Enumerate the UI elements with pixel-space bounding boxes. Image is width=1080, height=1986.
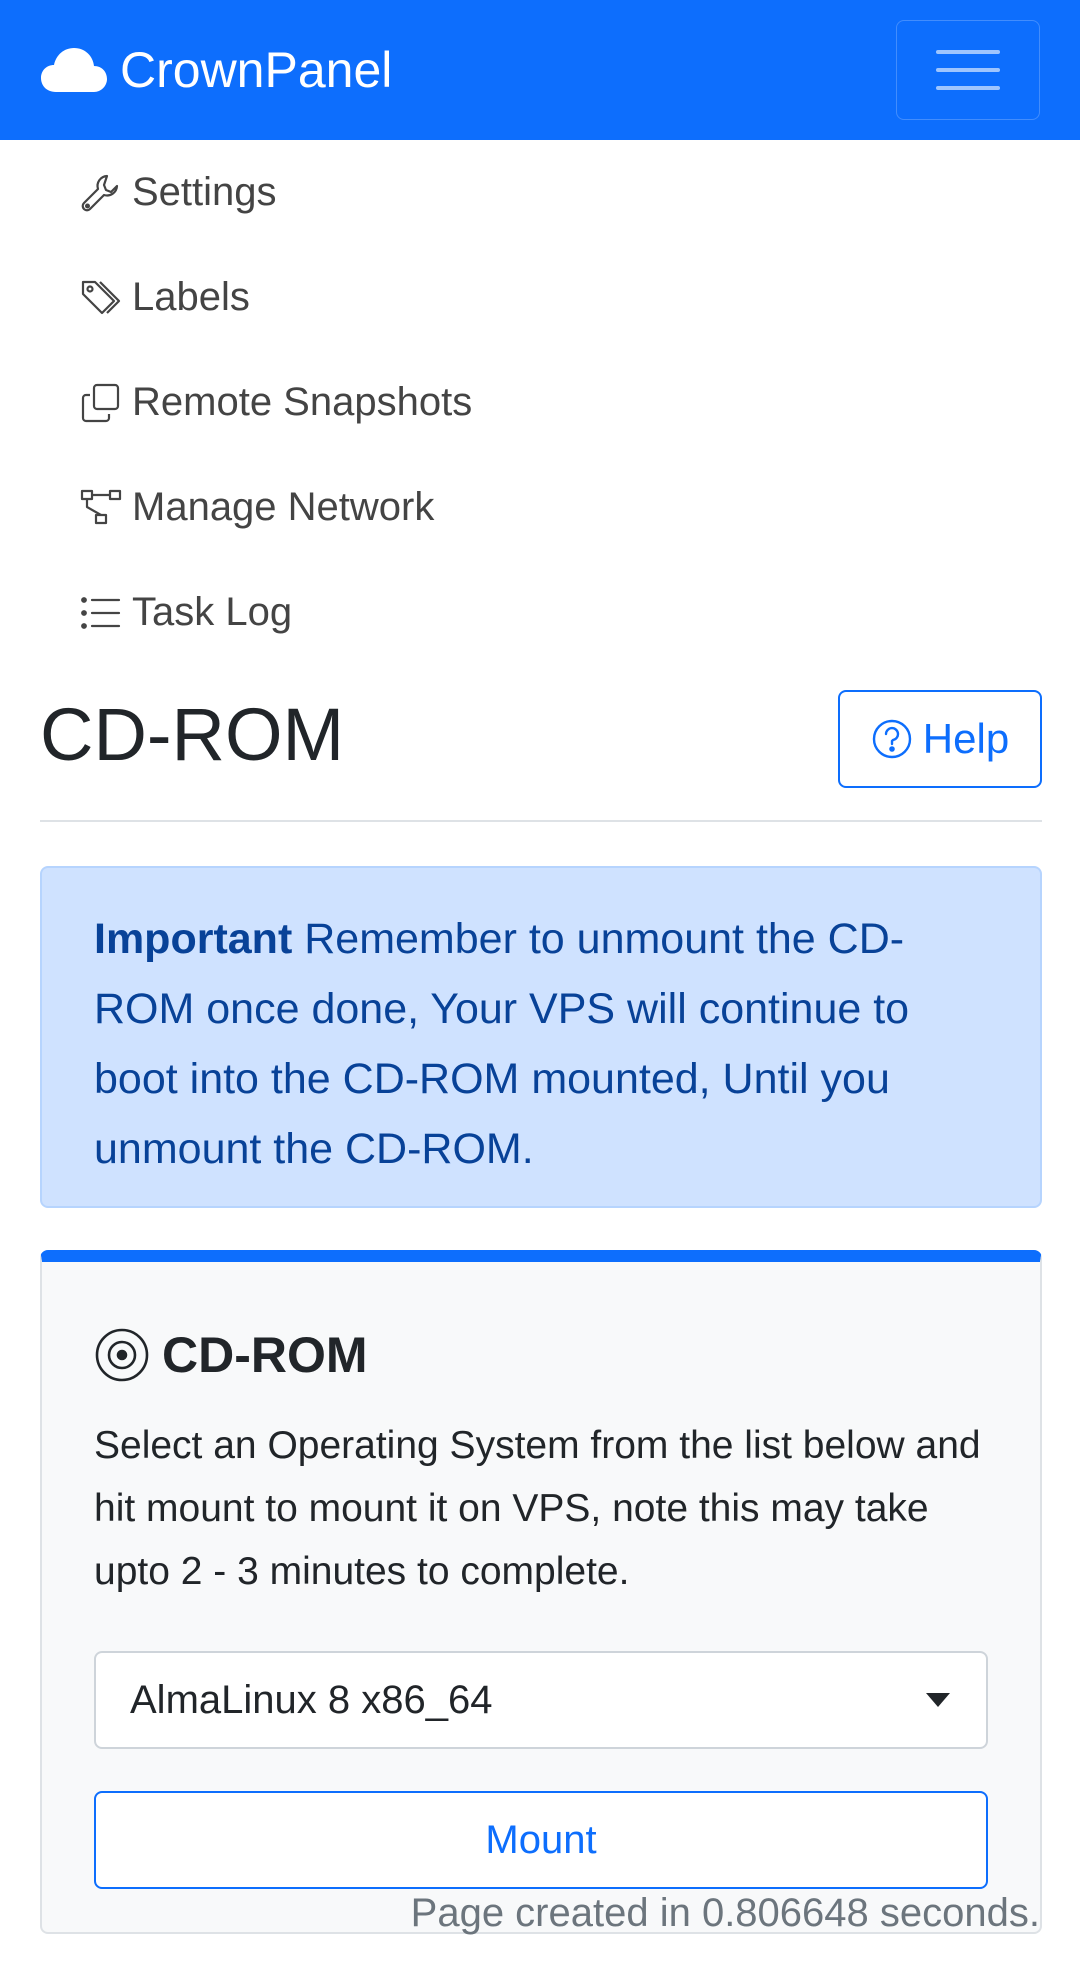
cdrom-card: CD-ROM Select an Operating System from t… <box>40 1250 1042 1934</box>
nav-item-settings[interactable]: Settings <box>80 140 980 245</box>
card-title: CD-ROM <box>162 1327 368 1383</box>
question-circle-icon <box>872 719 911 759</box>
nav-item-manage-network[interactable]: Manage Network <box>80 455 980 560</box>
brand[interactable]: CrownPanel <box>40 41 392 99</box>
copy-icon <box>81 383 120 422</box>
mount-label: Mount <box>485 1817 597 1862</box>
page-timing: Page created in 0.806648 seconds. <box>410 1891 1040 1935</box>
cloud-icon <box>41 48 107 92</box>
page-header: CD-ROM Help <box>40 690 1042 822</box>
help-button[interactable]: Help <box>838 690 1042 788</box>
list-icon <box>81 596 121 629</box>
help-label: Help <box>922 715 1010 762</box>
mount-button[interactable]: Mount <box>94 1791 988 1889</box>
os-select[interactable]: AlmaLinux 8 x86_64 <box>94 1651 988 1749</box>
disc-icon <box>95 1328 149 1382</box>
card-description: Select an Operating System from the list… <box>94 1424 981 1593</box>
nav-item-label: Manage Network <box>132 485 435 529</box>
nav-item-label: Labels <box>132 275 250 319</box>
tags-icon <box>81 280 121 314</box>
nav-item-label: Settings <box>132 170 277 214</box>
info-alert: Important Remember to unmount the CD-ROM… <box>40 866 1042 1208</box>
os-select-value: AlmaLinux 8 x86_64 <box>130 1677 493 1722</box>
side-nav: Settings Labels Remote Snapshots Manage … <box>80 140 980 665</box>
hamburger-icon <box>936 50 1000 54</box>
nav-item-labels[interactable]: Labels <box>80 245 980 350</box>
page-title: CD-ROM <box>40 693 345 776</box>
card-header: CD-ROM <box>94 1320 988 1390</box>
nav-item-task-log[interactable]: Task Log <box>80 560 980 665</box>
nav-item-label: Remote Snapshots <box>132 380 473 424</box>
caret-down-icon <box>926 1693 950 1707</box>
top-navbar: CrownPanel <box>0 0 1080 140</box>
alert-strong: Important <box>94 915 293 963</box>
menu-toggle-button[interactable] <box>896 20 1040 120</box>
brand-name: CrownPanel <box>120 42 393 98</box>
network-icon <box>80 489 122 524</box>
nav-item-label: Task Log <box>132 590 293 634</box>
nav-item-remote-snapshots[interactable]: Remote Snapshots <box>80 350 980 455</box>
wrench-icon <box>81 174 119 211</box>
